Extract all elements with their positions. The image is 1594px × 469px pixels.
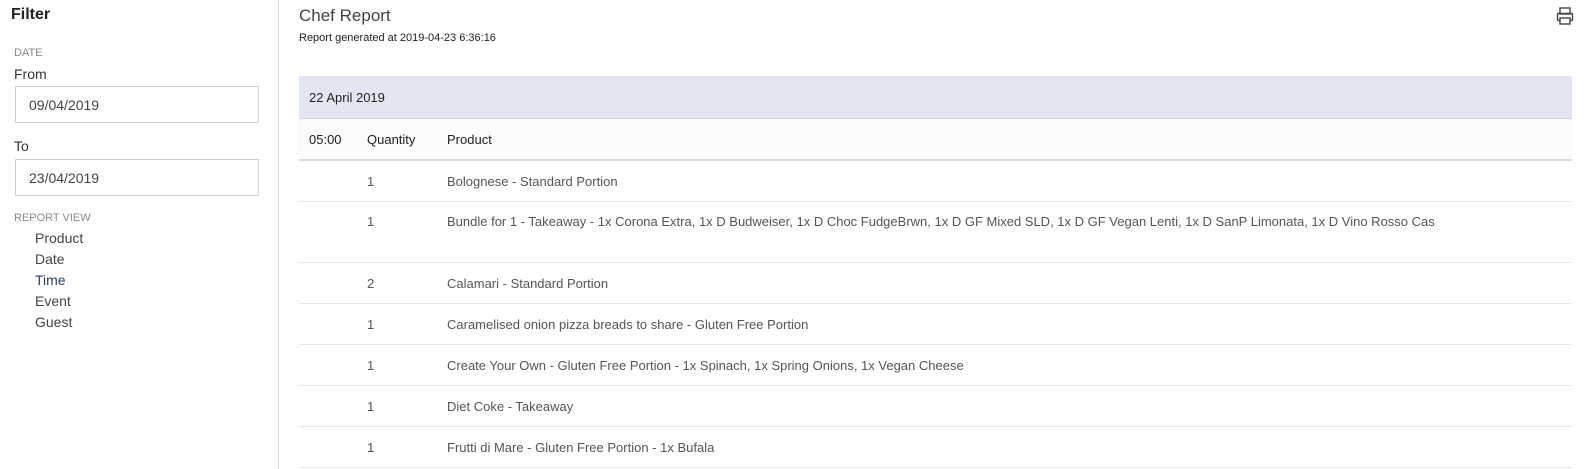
product-column-header: Product bbox=[447, 131, 492, 147]
view-option-date[interactable]: Date bbox=[35, 251, 65, 267]
quantity-column-header: Quantity bbox=[367, 131, 416, 147]
filter-sidebar: Filter DATE From To REPORT VIEW Product … bbox=[0, 0, 279, 469]
quantity-cell: 1 bbox=[367, 358, 375, 373]
product-cell: Diet Coke - Takeaway bbox=[447, 399, 574, 414]
table-row: 1 Bolognese - Standard Portion bbox=[299, 161, 1572, 202]
table-header-row: 05:00 Quantity Product bbox=[299, 119, 1572, 161]
date-section-label: DATE bbox=[14, 47, 43, 59]
group-date-label: 22 April 2019 bbox=[309, 89, 385, 105]
product-cell: Create Your Own - Gluten Free Portion - … bbox=[447, 358, 964, 373]
product-cell: Frutti di Mare - Gluten Free Portion - 1… bbox=[447, 440, 715, 455]
to-label: To bbox=[14, 138, 29, 154]
view-option-event[interactable]: Event bbox=[35, 293, 71, 309]
time-column-header: 05:00 bbox=[309, 131, 342, 147]
date-group-header: 22 April 2019 bbox=[299, 76, 1572, 119]
report-panel: Chef Report Report generated at 2019-04-… bbox=[280, 0, 1580, 469]
report-view-section-label: REPORT VIEW bbox=[14, 212, 91, 224]
table-row: 2 Calamari - Standard Portion bbox=[299, 263, 1572, 304]
table-row: 1 Create Your Own - Gluten Free Portion … bbox=[299, 345, 1572, 386]
view-option-product[interactable]: Product bbox=[35, 230, 83, 246]
table-row: 1 Diet Coke - Takeaway bbox=[299, 386, 1572, 427]
quantity-cell: 1 bbox=[367, 399, 375, 414]
filter-title: Filter bbox=[11, 6, 51, 23]
view-option-guest[interactable]: Guest bbox=[35, 314, 72, 330]
quantity-cell: 1 bbox=[367, 214, 375, 229]
quantity-cell: 1 bbox=[367, 317, 375, 332]
product-cell: Bundle for 1 - Takeaway - 1x Corona Extr… bbox=[447, 214, 1435, 229]
quantity-cell: 1 bbox=[367, 174, 375, 189]
table-row: 1 Frutti di Mare - Gluten Free Portion -… bbox=[299, 427, 1572, 468]
table-row: 1 Caramelised onion pizza breads to shar… bbox=[299, 304, 1572, 345]
report-generated-text: Report generated at 2019-04-23 6:36:16 bbox=[299, 32, 496, 44]
product-cell: Bolognese - Standard Portion bbox=[447, 174, 618, 189]
quantity-cell: 2 bbox=[367, 276, 375, 291]
report-table: 22 April 2019 05:00 Quantity Product 1 B… bbox=[299, 76, 1572, 468]
report-title: Chef Report bbox=[299, 6, 391, 25]
view-option-time[interactable]: Time bbox=[35, 272, 66, 288]
to-date-input[interactable] bbox=[15, 159, 259, 196]
from-label: From bbox=[14, 66, 47, 82]
from-date-input[interactable] bbox=[15, 86, 259, 123]
product-cell: Caramelised onion pizza breads to share … bbox=[447, 317, 809, 332]
table-row: 1 Bundle for 1 - Takeaway - 1x Corona Ex… bbox=[299, 202, 1572, 263]
quantity-cell: 1 bbox=[367, 440, 375, 455]
product-cell: Calamari - Standard Portion bbox=[447, 276, 609, 291]
printer-icon[interactable] bbox=[1555, 6, 1575, 26]
